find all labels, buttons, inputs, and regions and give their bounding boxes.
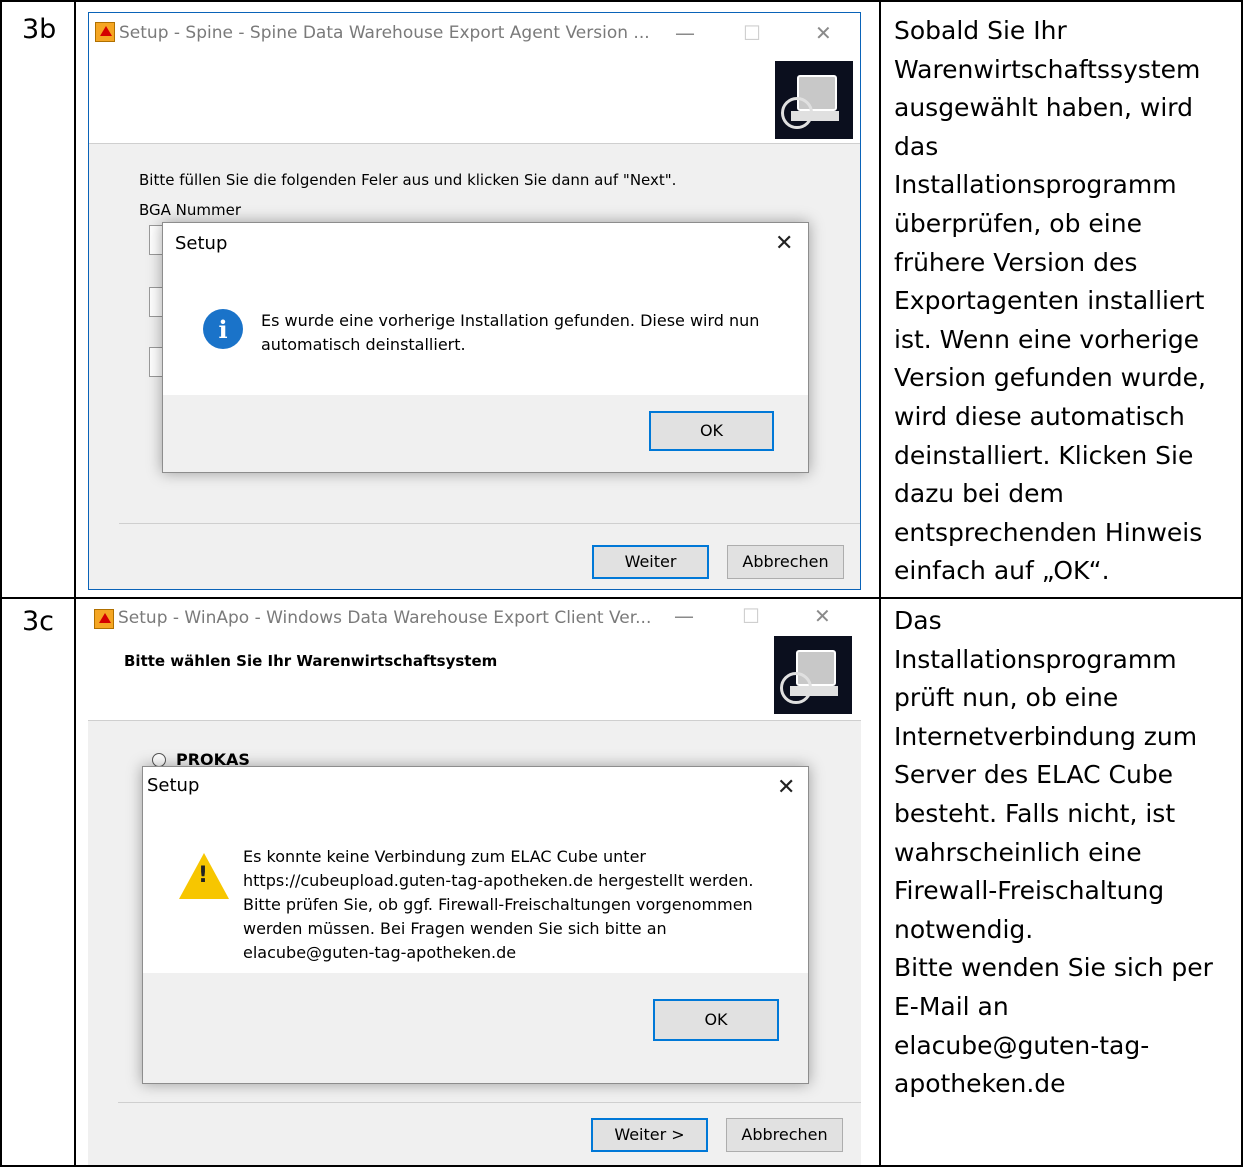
setup-app-icon: [94, 609, 114, 629]
table-border-col2: [879, 0, 881, 1167]
dialog-message: Es wurde eine vorherige Installation gef…: [261, 311, 760, 354]
table-border-col1: [74, 0, 76, 1167]
setup-logo-icon: [774, 636, 852, 714]
close-icon[interactable]: ✕: [814, 604, 831, 628]
dialog-title: Setup: [175, 233, 228, 254]
setup-logo-icon: [775, 61, 853, 139]
instruction-text: Bitte füllen Sie die folgenden Feler aus…: [139, 171, 677, 189]
maximize-icon[interactable]: ☐: [743, 21, 761, 45]
step-label-3c: 3c: [22, 606, 55, 637]
warning-dialog-3c: Setup ✕ ! Es konnte keine Verbindung zum…: [142, 766, 809, 1084]
window-title: Setup - WinApo - Windows Data Warehouse …: [118, 608, 652, 628]
field-label-bga: BGA Nummer: [139, 201, 242, 219]
setup-app-icon: [95, 22, 115, 42]
next-button[interactable]: Weiter >: [591, 1118, 708, 1152]
window-header: [89, 53, 860, 144]
table-border-left: [0, 0, 2, 1167]
info-icon: i: [203, 309, 243, 349]
cancel-button[interactable]: Abbrechen: [727, 545, 844, 579]
minimize-icon[interactable]: —: [675, 21, 695, 45]
window-titlebar[interactable]: Setup - Spine - Spine Data Warehouse Exp…: [89, 13, 860, 53]
step-description-3b: Sobald Sie Ihr Warenwirtschaftssystem au…: [894, 16, 1206, 586]
warning-icon: !: [179, 853, 229, 899]
close-icon[interactable]: ✕: [775, 231, 793, 256]
ok-button[interactable]: OK: [653, 999, 779, 1041]
table-border-middle: [0, 597, 1243, 599]
dialog-title: Setup: [147, 775, 200, 796]
step-description-3c: Das Installationsprogramm prüft nun, ob …: [894, 606, 1213, 1099]
maximize-icon[interactable]: ☐: [742, 604, 760, 628]
dialog-footer: OK: [143, 973, 808, 1083]
radio-icon: [152, 753, 166, 767]
window-titlebar[interactable]: Setup - WinApo - Windows Data Warehouse …: [88, 600, 861, 636]
info-dialog-3b: Setup ✕ i Es wurde eine vorherige Instal…: [162, 222, 809, 473]
close-icon[interactable]: ✕: [815, 21, 832, 45]
step-label-3b: 3b: [22, 14, 57, 45]
page-heading: Bitte wählen Sie Ihr Warenwirtschaftsyst…: [124, 652, 498, 670]
dialog-message: Es konnte keine Verbindung zum ELAC Cube…: [243, 847, 754, 962]
table-border-top: [0, 0, 1243, 2]
close-icon[interactable]: ✕: [777, 775, 795, 800]
ok-button[interactable]: OK: [649, 411, 774, 451]
window-title: Setup - Spine - Spine Data Warehouse Exp…: [119, 23, 650, 43]
window-header: Bitte wählen Sie Ihr Warenwirtschaftsyst…: [88, 636, 861, 721]
next-button[interactable]: Weiter: [592, 545, 709, 579]
minimize-icon[interactable]: —: [674, 604, 694, 628]
cancel-button[interactable]: Abbrechen: [726, 1118, 843, 1152]
dialog-footer: OK: [163, 395, 808, 472]
